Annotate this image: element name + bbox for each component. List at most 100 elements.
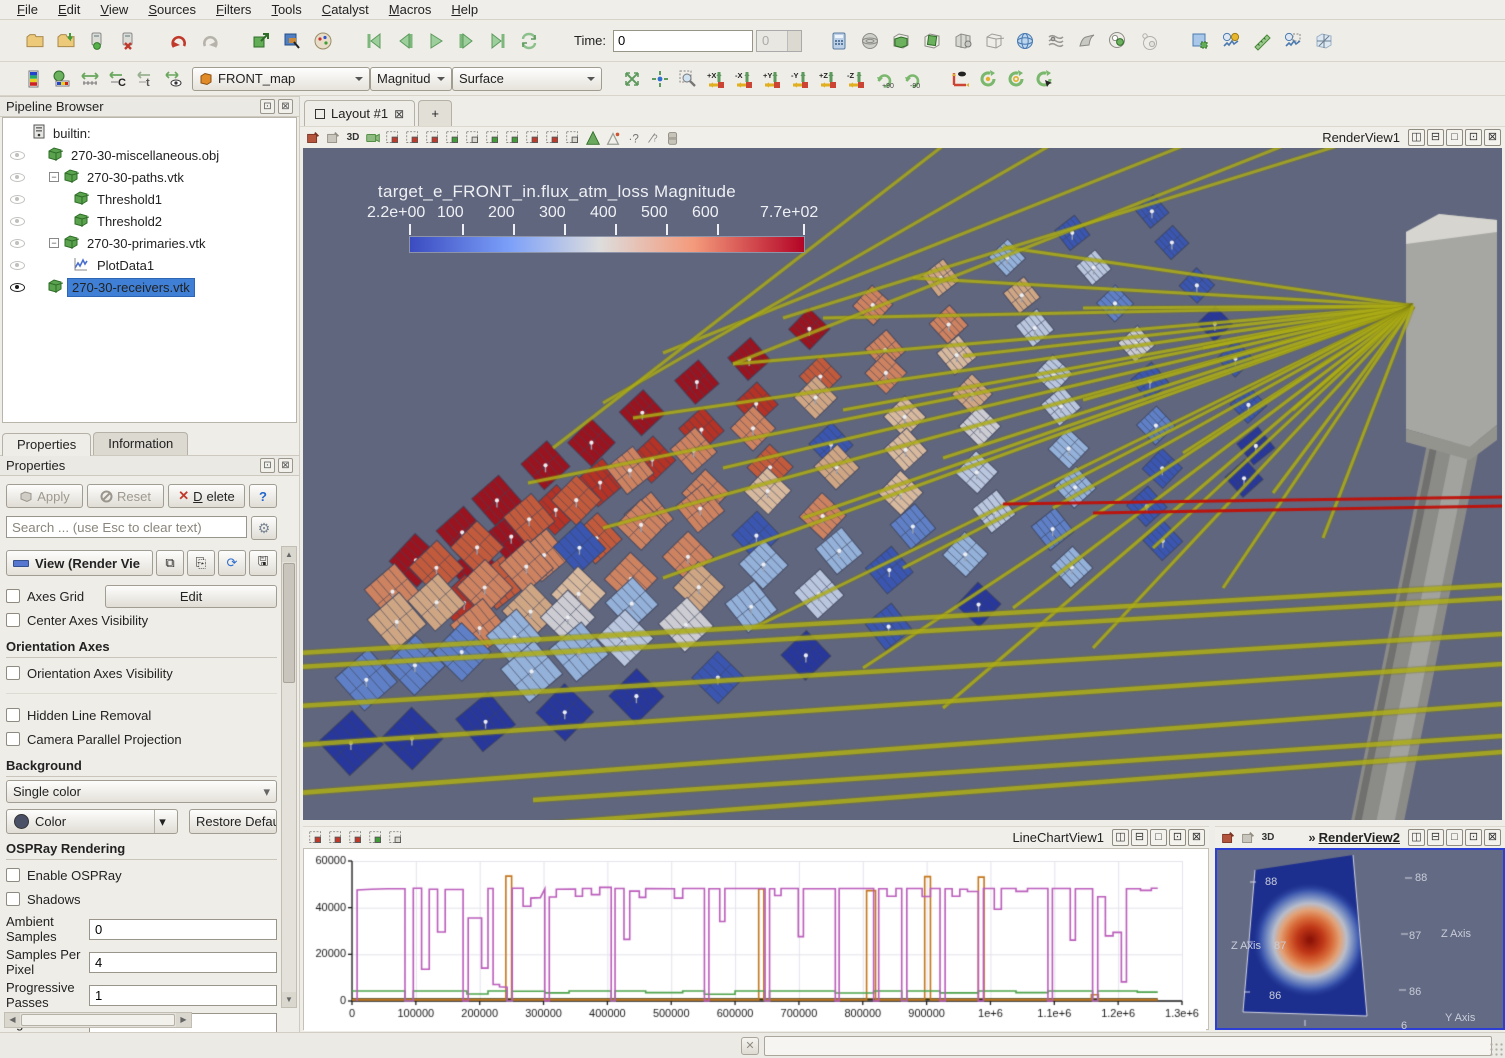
pipeline-float-button[interactable]: ⊡ (260, 99, 275, 114)
select-points-on-icon[interactable] (404, 129, 422, 146)
save-defaults-button[interactable]: 🖫 (249, 550, 277, 576)
open-file-icon[interactable] (21, 27, 49, 55)
tree-expander[interactable]: − (49, 172, 59, 182)
pipeline-close-button[interactable]: ⊠ (278, 99, 293, 114)
plot-selection-over-time-icon[interactable] (1279, 27, 1307, 55)
camera-link-icon[interactable] (1239, 829, 1257, 846)
plot-over-line-icon[interactable] (1248, 27, 1276, 55)
apply-button[interactable]: Apply (6, 484, 83, 508)
restore-defaults-button[interactable]: Restore Defau (189, 809, 277, 834)
chart-select-minus-icon[interactable] (347, 829, 365, 846)
selection-extract-icon[interactable] (278, 27, 306, 55)
split-vertical-button[interactable]: ⊟ (1427, 829, 1444, 846)
grow-selection-icon[interactable] (584, 129, 602, 146)
search-input[interactable] (6, 516, 247, 538)
last-frame-icon[interactable] (484, 27, 512, 55)
loop-icon[interactable] (515, 27, 543, 55)
group-datasets-icon[interactable] (1104, 27, 1132, 55)
search-options-gear-icon[interactable]: ⚙ (251, 516, 277, 540)
select-cells-on-icon[interactable] (384, 129, 402, 146)
set-view-minus-z-icon[interactable]: -Z (843, 66, 868, 91)
float-button[interactable]: ⊡ (1465, 829, 1482, 846)
rotate-90-ccw-icon[interactable]: -90 (899, 66, 924, 91)
properties-vertical-scrollbar[interactable]: ▲ ▼ (281, 546, 297, 1008)
view-properties-combo[interactable]: View (Render Vie (6, 550, 153, 576)
pipeline-item-270-30-miscellaneous-obj[interactable]: 270-30-miscellaneous.obj (3, 144, 296, 166)
menu-tools[interactable]: Tools (262, 1, 310, 18)
rotate-camera-cw-icon[interactable] (975, 66, 1000, 91)
pipeline-item-plotdata1[interactable]: PlotData1 (3, 254, 296, 276)
set-view-plus-z-icon[interactable]: +Z (815, 66, 840, 91)
zoom-to-box-icon[interactable] (675, 66, 700, 91)
properties-close-button[interactable]: ⊠ (278, 458, 293, 473)
help-button[interactable]: ? (249, 484, 277, 508)
add-layout-tab[interactable]: + (418, 100, 452, 126)
maximize-button[interactable]: □ (1150, 829, 1167, 846)
renderview1-viewport[interactable]: target_e_FRONT_in.flux_atm_loss Magnitud… (303, 148, 1502, 820)
checkbox-orientation-axes-visibility[interactable] (6, 666, 20, 680)
menu-catalyst[interactable]: Catalyst (313, 1, 378, 18)
close-button[interactable]: ⊠ (1188, 829, 1205, 846)
reset-button[interactable]: Reset (87, 484, 164, 508)
auto-apply-icon[interactable] (247, 27, 275, 55)
capture-icon[interactable] (364, 129, 382, 146)
renderview2-viewport[interactable]: 88Z Axis87868887Z Axis86Y Axis6 (1215, 848, 1505, 1030)
connect-server-icon[interactable] (83, 27, 111, 55)
pipeline-item-270-30-primaries-vtk[interactable]: −270-30-primaries.vtk (3, 232, 296, 254)
disconnect-server-icon[interactable] (114, 27, 142, 55)
background-mode-combo[interactable]: Single color▾ (6, 780, 277, 803)
capture-screenshot-icon[interactable] (1186, 27, 1214, 55)
split-horizontal-button[interactable]: ◫ (1408, 829, 1425, 846)
camera-widget-icon[interactable] (947, 66, 972, 91)
menu-view[interactable]: View (91, 1, 137, 18)
first-frame-icon[interactable] (360, 27, 388, 55)
float-button[interactable]: ⊡ (1169, 829, 1186, 846)
edit-color-map-icon[interactable] (21, 66, 46, 91)
menu-sources[interactable]: Sources (139, 1, 205, 18)
resize-grip[interactable] (1489, 1042, 1503, 1056)
color-palette-icon[interactable] (309, 27, 337, 55)
reload-properties-button[interactable]: ⟳ (218, 550, 246, 576)
rescale-color-range-icon[interactable] (49, 66, 74, 91)
clip-icon[interactable] (887, 27, 915, 55)
properties-float-button[interactable]: ⊡ (260, 458, 275, 473)
chart-select-rect-icon[interactable] (307, 829, 325, 846)
close-button[interactable]: ⊠ (1484, 829, 1501, 846)
tree-expander[interactable]: − (49, 238, 59, 248)
maximize-button[interactable]: □ (1446, 129, 1463, 146)
rotate-camera-center-icon[interactable] (1003, 66, 1028, 91)
warp-by-vector-icon[interactable] (1073, 27, 1101, 55)
select-cells-through-icon[interactable] (424, 129, 442, 146)
representation-combo[interactable]: Surface (452, 67, 602, 91)
camera-link-icon[interactable] (324, 129, 342, 146)
next-frame-icon[interactable] (453, 27, 481, 55)
rotate-90-cw-icon[interactable]: +90 (871, 66, 896, 91)
delete-button[interactable]: ✕Delete (168, 484, 245, 508)
chart-select-poly-icon[interactable] (327, 829, 345, 846)
maximize-button[interactable]: □ (1446, 829, 1463, 846)
extract-subset-icon[interactable] (980, 27, 1008, 55)
slice-icon[interactable] (918, 27, 946, 55)
properties-horizontal-scrollbar[interactable]: ◀▶ (4, 1012, 192, 1028)
ungroup-icon[interactable] (1135, 27, 1163, 55)
visibility-eye-icon[interactable] (9, 151, 25, 160)
menu-help[interactable]: Help (442, 1, 487, 18)
hover-points-icon[interactable] (564, 129, 582, 146)
chart-select-add-icon[interactable] (367, 829, 385, 846)
export-scene-icon[interactable] (304, 129, 322, 146)
visibility-eye-icon[interactable] (9, 261, 25, 270)
redo-icon[interactable] (196, 27, 224, 55)
split-horizontal-button[interactable]: ◫ (1112, 829, 1129, 846)
shrink-selection-icon[interactable] (604, 129, 622, 146)
linechart-canvas[interactable] (304, 849, 1206, 1031)
set-view-plus-y-icon[interactable]: +Y (759, 66, 784, 91)
save-data-icon[interactable] (52, 27, 80, 55)
export-scene-icon[interactable] (1219, 829, 1237, 846)
split-vertical-button[interactable]: ⊟ (1427, 129, 1444, 146)
axes-grid-tool-icon[interactable] (1310, 27, 1338, 55)
split-vertical-button[interactable]: ⊟ (1131, 829, 1148, 846)
previous-frame-icon[interactable] (391, 27, 419, 55)
tab-information[interactable]: Information (93, 432, 188, 455)
array-selector-combo[interactable]: FRONT_map (192, 67, 370, 91)
zoom-closest-icon[interactable] (647, 66, 672, 91)
